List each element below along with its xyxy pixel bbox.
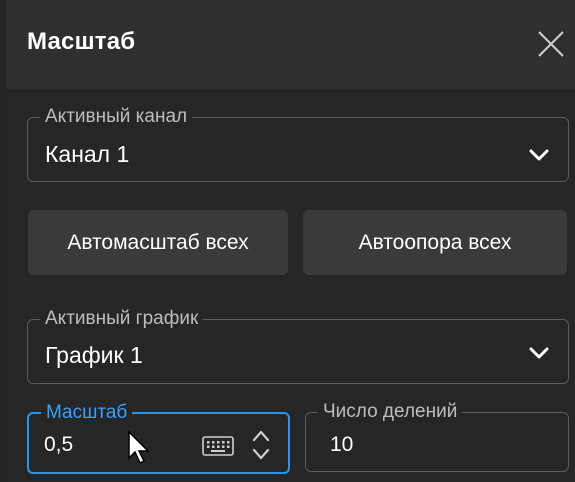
active-trace-label: Активный график xyxy=(40,308,204,330)
chevron-down-icon xyxy=(529,149,549,161)
divisions-label: Число делений xyxy=(318,401,463,423)
keyboard-icon[interactable] xyxy=(202,436,234,458)
divisions-field[interactable]: Число делений 10 xyxy=(305,401,569,472)
stepper-icon[interactable] xyxy=(251,428,271,462)
active-trace-value: График 1 xyxy=(45,342,143,368)
autoref-all-button[interactable]: Автоопора всех xyxy=(303,210,567,275)
active-channel-label: Активный канал xyxy=(40,106,193,128)
autoscale-all-button[interactable]: Автомасштаб всех xyxy=(28,210,288,275)
scale-field[interactable]: Масштаб 0,5 xyxy=(27,402,290,474)
active-channel-select[interactable]: Активный канал Канал 1 xyxy=(27,106,569,182)
mouse-cursor-icon xyxy=(128,430,150,465)
active-channel-value: Канал 1 xyxy=(45,141,130,167)
divisions-value[interactable]: 10 xyxy=(330,433,353,457)
panel-title: Масштаб xyxy=(27,28,136,55)
close-icon[interactable] xyxy=(533,26,567,60)
scale-panel: Масштаб Активный канал Канал 1 Автомасшт… xyxy=(6,0,575,482)
chevron-down-icon xyxy=(529,347,549,359)
panel-header: Масштаб xyxy=(6,0,575,89)
scale-label: Масштаб xyxy=(41,402,133,424)
active-trace-select[interactable]: Активный график График 1 xyxy=(27,308,569,384)
scale-value[interactable]: 0,5 xyxy=(44,433,73,457)
